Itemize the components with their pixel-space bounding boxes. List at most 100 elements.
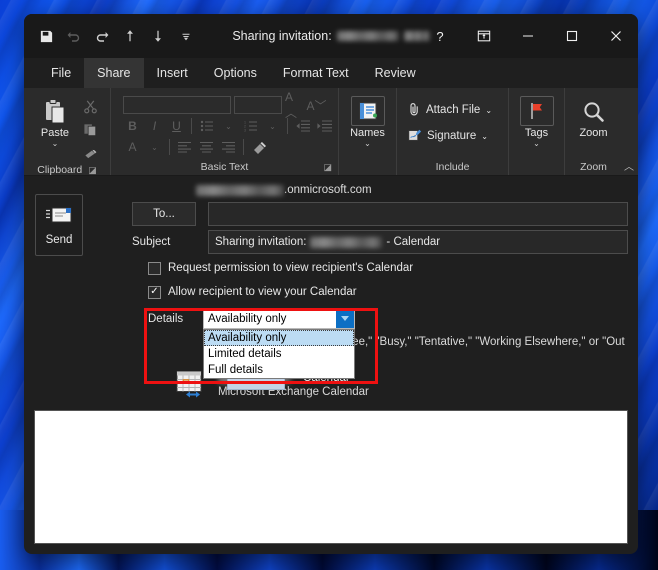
calendar-info: - Calendar Microsoft Exchange Calendar (90, 370, 628, 400)
subject-input[interactable]: Sharing invitation: - Calendar (208, 230, 628, 254)
details-selected-value: Availability only (208, 312, 287, 325)
signature-button[interactable]: Signature ⌄ (405, 126, 495, 146)
tab-review[interactable]: Review (362, 58, 429, 88)
chevron-down-icon[interactable]: ⌄ (481, 132, 488, 141)
details-option-availability-only[interactable]: Availability only (204, 330, 354, 346)
next-item-icon[interactable] (144, 22, 172, 50)
previous-item-icon[interactable] (116, 22, 144, 50)
basic-text-dialog-launcher-icon[interactable]: ◪ (323, 162, 332, 173)
ribbon-group-include: Attach File ⌄ Signature ⌄ Include (396, 88, 508, 175)
ribbon-group-label-tags (513, 159, 560, 175)
names-button[interactable]: Names ⌄ (347, 94, 388, 148)
redacted-calendar-owner (310, 236, 383, 248)
attach-file-button[interactable]: Attach File ⌄ (405, 100, 495, 120)
ribbon-group-label-names (343, 159, 392, 175)
chevron-down-icon[interactable] (336, 309, 354, 328)
request-permission-checkbox[interactable] (148, 261, 161, 275)
message-fields: .onmicrosoft.com To... Subject Sharing i… (90, 182, 628, 400)
ribbon: Paste ⌄ Clipboard ◪ A︿ A﹀ B I U ⌄ 1 2 3 … (24, 88, 638, 176)
close-button[interactable] (594, 14, 638, 58)
address-book-icon (350, 96, 385, 126)
increase-indent-icon (315, 117, 334, 135)
send-button[interactable]: Send (35, 194, 83, 256)
details-label: Details (148, 313, 184, 325)
to-button[interactable]: To... (132, 202, 196, 226)
tab-insert[interactable]: Insert (144, 58, 201, 88)
ribbon-display-options-button[interactable] (462, 14, 506, 58)
font-size-combobox (234, 96, 282, 114)
chevron-down-icon[interactable]: ⌄ (52, 140, 59, 148)
collapse-ribbon-icon[interactable]: ︿ (624, 158, 634, 173)
zoom-button[interactable]: Zoom (573, 94, 614, 139)
tab-share[interactable]: Share (84, 58, 144, 88)
chevron-down-icon[interactable]: ⌄ (485, 106, 492, 115)
undo-icon[interactable] (60, 22, 88, 50)
details-combobox[interactable]: Availability only (203, 308, 355, 329)
quick-access-toolbar (24, 22, 200, 50)
allow-recipient-row[interactable]: ✓ Allow recipient to view your Calendar (90, 282, 628, 302)
details-option-limited-details[interactable]: Limited details (204, 346, 354, 362)
send-column: Send (28, 182, 90, 400)
details-row: Details Availability only Availability o… (90, 308, 628, 390)
redacted-email-prefix (196, 184, 284, 196)
clipboard-small-buttons (80, 94, 102, 162)
minimize-button[interactable] (506, 14, 550, 58)
allow-recipient-checkbox[interactable]: ✓ (148, 285, 161, 299)
request-permission-row[interactable]: Request permission to view recipient's C… (90, 258, 628, 278)
help-button[interactable]: ? (418, 14, 462, 58)
message-body-editor[interactable] (34, 410, 628, 544)
flag-icon (519, 96, 554, 126)
tab-format-text[interactable]: Format Text (270, 58, 362, 88)
ribbon-group-basic-text: A︿ A﹀ B I U ⌄ 123 ⌄ A ⌄ Basic Text ◪ (110, 88, 338, 175)
redo-icon[interactable] (88, 22, 116, 50)
text-color-icon: A (128, 140, 137, 154)
ribbon-group-label-zoom: Zoom (580, 161, 607, 173)
align-left-icon (175, 138, 194, 156)
paste-button[interactable]: Paste ⌄ (32, 94, 78, 148)
align-center-icon (197, 138, 216, 156)
ribbon-tab-strip: File Share Insert Options Format Text Re… (24, 58, 638, 88)
chevron-down-icon[interactable]: ⌄ (533, 140, 540, 148)
underline-icon: U (172, 119, 181, 133)
from-address-suffix: .onmicrosoft.com (284, 184, 372, 196)
send-envelope-icon (45, 205, 73, 228)
paperclip-icon (408, 102, 421, 119)
italic-icon: I (152, 119, 157, 133)
copy-button (80, 119, 102, 139)
text-color-chevron-icon: ⌄ (151, 142, 158, 152)
message-header-pane: Send .onmicrosoft.com To... Subject Shar… (24, 176, 638, 404)
redacted-sender-name (336, 31, 399, 41)
send-label: Send (45, 233, 73, 246)
subject-row: Subject Sharing invitation: - Calendar (90, 230, 628, 254)
tags-button[interactable]: Tags ⌄ (517, 94, 556, 148)
divider (243, 139, 244, 155)
subject-prefix: Sharing invitation: (215, 236, 307, 248)
ribbon-group-label-basic-text: Basic Text ◪ (200, 161, 332, 173)
clipboard-dialog-launcher-icon[interactable]: ◪ (88, 165, 97, 176)
divider (169, 139, 170, 155)
request-permission-label: Request permission to view recipient's C… (168, 262, 414, 274)
tab-file[interactable]: File (38, 58, 84, 88)
to-input[interactable] (208, 202, 628, 226)
ribbon-group-label-include: Include (435, 161, 470, 173)
details-dropdown-list: Availability only Limited details Full d… (203, 329, 355, 379)
svg-text:3: 3 (244, 128, 246, 132)
align-right-icon (219, 138, 238, 156)
decrease-indent-icon (293, 117, 312, 135)
customize-quick-access-toolbar-icon[interactable] (172, 22, 200, 50)
cut-button (80, 96, 102, 116)
font-name-combobox (123, 96, 231, 114)
details-option-full-details[interactable]: Full details (204, 362, 354, 378)
save-icon[interactable] (32, 22, 60, 50)
magnifier-icon (581, 96, 607, 126)
chevron-down-icon[interactable]: ⌄ (364, 140, 371, 148)
ribbon-group-label-clipboard: Clipboard ◪ (37, 164, 97, 176)
maximize-button[interactable] (550, 14, 594, 58)
divider (191, 118, 192, 134)
details-combobox-wrapper: Availability only Availability only Limi… (203, 308, 355, 379)
format-painter-button (80, 142, 102, 162)
tags-label: Tags (524, 127, 549, 139)
tab-options[interactable]: Options (201, 58, 270, 88)
window-title-prefix: Sharing invitation: (232, 29, 332, 43)
bullets-chevron-icon: ⌄ (225, 121, 232, 131)
